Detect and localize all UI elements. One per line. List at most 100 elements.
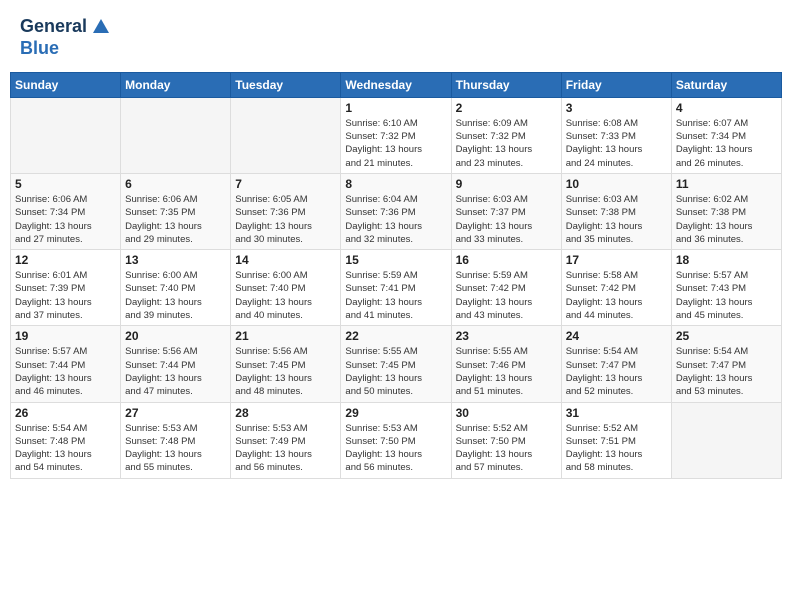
day-info: Sunrise: 5:58 AMSunset: 7:42 PMDaylight:… bbox=[566, 269, 667, 322]
calendar-cell: 24Sunrise: 5:54 AMSunset: 7:47 PMDayligh… bbox=[561, 326, 671, 402]
day-info: Sunrise: 6:06 AMSunset: 7:35 PMDaylight:… bbox=[125, 193, 226, 246]
day-info: Sunrise: 5:53 AMSunset: 7:50 PMDaylight:… bbox=[345, 422, 446, 475]
header-thursday: Thursday bbox=[451, 72, 561, 97]
header-sunday: Sunday bbox=[11, 72, 121, 97]
calendar-cell: 17 Sunrise: 5:58 AMSunset: 7:42 PMDayligh… bbox=[561, 250, 671, 326]
day-number: 18 bbox=[676, 253, 777, 267]
day-info: Sunrise: 5:53 AMSunset: 7:49 PMDaylight:… bbox=[235, 422, 336, 475]
header-tuesday: Tuesday bbox=[231, 72, 341, 97]
day-number: 19 bbox=[15, 329, 116, 343]
page-header: GeneralBlue bbox=[10, 10, 782, 64]
day-info: Sunrise: 6:05 AMSunset: 7:36 PMDaylight:… bbox=[235, 193, 336, 246]
day-info: Sunrise: 6:01 AMSunset: 7:39 PMDaylight:… bbox=[15, 269, 116, 322]
day-number: 2 bbox=[456, 101, 557, 115]
day-info: Sunrise: 5:55 AMSunset: 7:45 PMDaylight:… bbox=[345, 345, 446, 398]
day-number: 26 bbox=[15, 406, 116, 420]
day-number: 16 bbox=[456, 253, 557, 267]
day-number: 5 bbox=[15, 177, 116, 191]
day-info: Sunrise: 5:56 AMSunset: 7:45 PMDaylight:… bbox=[235, 345, 336, 398]
day-info: Sunrise: 6:06 AMSunset: 7:34 PMDaylight:… bbox=[15, 193, 116, 246]
calendar-cell bbox=[671, 402, 781, 478]
day-info: Sunrise: 5:55 AMSunset: 7:46 PMDaylight:… bbox=[456, 345, 557, 398]
calendar-cell: 7Sunrise: 6:05 AMSunset: 7:36 PMDaylight… bbox=[231, 173, 341, 249]
calendar-cell: 4 Sunrise: 6:07 AMSunset: 7:34 PMDaylight… bbox=[671, 97, 781, 173]
day-number: 10 bbox=[566, 177, 667, 191]
calendar-cell: 3 Sunrise: 6:08 AMSunset: 7:33 PMDaylight… bbox=[561, 97, 671, 173]
day-info: Sunrise: 6:00 AMSunset: 7:40 PMDaylight:… bbox=[235, 269, 336, 322]
calendar-cell: 29 Sunrise: 5:53 AMSunset: 7:50 PMDayligh… bbox=[341, 402, 451, 478]
day-info: Sunrise: 5:53 AMSunset: 7:48 PMDaylight:… bbox=[125, 422, 226, 475]
day-number: 17 bbox=[566, 253, 667, 267]
day-number: 27 bbox=[125, 406, 226, 420]
day-number: 28 bbox=[235, 406, 336, 420]
day-number: 11 bbox=[676, 177, 777, 191]
day-number: 12 bbox=[15, 253, 116, 267]
calendar-cell: 30Sunrise: 5:52 AMSunset: 7:50 PMDayligh… bbox=[451, 402, 561, 478]
calendar-cell: 10Sunrise: 6:03 AMSunset: 7:38 PMDayligh… bbox=[561, 173, 671, 249]
calendar-cell bbox=[231, 97, 341, 173]
calendar-cell: 14 Sunrise: 6:00 AMSunset: 7:40 PMDayligh… bbox=[231, 250, 341, 326]
calendar-week-3: 12 Sunrise: 6:01 AMSunset: 7:39 PMDayligh… bbox=[11, 250, 782, 326]
calendar-cell: 20 Sunrise: 5:56 AMSunset: 7:44 PMDayligh… bbox=[121, 326, 231, 402]
calendar-cell: 15 Sunrise: 5:59 AMSunset: 7:41 PMDayligh… bbox=[341, 250, 451, 326]
day-info: Sunrise: 5:52 AMSunset: 7:51 PMDaylight:… bbox=[566, 422, 667, 475]
calendar-cell: 12 Sunrise: 6:01 AMSunset: 7:39 PMDayligh… bbox=[11, 250, 121, 326]
day-number: 24 bbox=[566, 329, 667, 343]
day-number: 4 bbox=[676, 101, 777, 115]
day-info: Sunrise: 6:08 AMSunset: 7:33 PMDaylight:… bbox=[566, 117, 667, 170]
day-info: Sunrise: 6:09 AMSunset: 7:32 PMDaylight:… bbox=[456, 117, 557, 170]
calendar-cell: 9 Sunrise: 6:03 AMSunset: 7:37 PMDaylight… bbox=[451, 173, 561, 249]
calendar-week-2: 5 Sunrise: 6:06 AMSunset: 7:34 PMDaylight… bbox=[11, 173, 782, 249]
day-number: 3 bbox=[566, 101, 667, 115]
calendar-header-row: SundayMondayTuesdayWednesdayThursdayFrid… bbox=[11, 72, 782, 97]
day-info: Sunrise: 6:03 AMSunset: 7:37 PMDaylight:… bbox=[456, 193, 557, 246]
logo: GeneralBlue bbox=[20, 15, 115, 59]
calendar-cell: 28 Sunrise: 5:53 AMSunset: 7:49 PMDayligh… bbox=[231, 402, 341, 478]
calendar-cell: 1 Sunrise: 6:10 AMSunset: 7:32 PMDaylight… bbox=[341, 97, 451, 173]
day-number: 29 bbox=[345, 406, 446, 420]
calendar-cell: 2 Sunrise: 6:09 AMSunset: 7:32 PMDaylight… bbox=[451, 97, 561, 173]
day-info: Sunrise: 5:59 AMSunset: 7:41 PMDaylight:… bbox=[345, 269, 446, 322]
day-info: Sunrise: 6:02 AMSunset: 7:38 PMDaylight:… bbox=[676, 193, 777, 246]
day-number: 20 bbox=[125, 329, 226, 343]
logo-text: GeneralBlue bbox=[20, 15, 115, 59]
day-info: Sunrise: 6:07 AMSunset: 7:34 PMDaylight:… bbox=[676, 117, 777, 170]
calendar-week-4: 19 Sunrise: 5:57 AMSunset: 7:44 PMDayligh… bbox=[11, 326, 782, 402]
day-number: 31 bbox=[566, 406, 667, 420]
day-number: 25 bbox=[676, 329, 777, 343]
day-number: 1 bbox=[345, 101, 446, 115]
header-saturday: Saturday bbox=[671, 72, 781, 97]
calendar-cell bbox=[11, 97, 121, 173]
day-info: Sunrise: 6:00 AMSunset: 7:40 PMDaylight:… bbox=[125, 269, 226, 322]
day-info: Sunrise: 5:52 AMSunset: 7:50 PMDaylight:… bbox=[456, 422, 557, 475]
day-number: 9 bbox=[456, 177, 557, 191]
calendar-cell: 13 Sunrise: 6:00 AMSunset: 7:40 PMDayligh… bbox=[121, 250, 231, 326]
day-number: 15 bbox=[345, 253, 446, 267]
calendar-table: SundayMondayTuesdayWednesdayThursdayFrid… bbox=[10, 72, 782, 479]
calendar-cell: 5 Sunrise: 6:06 AMSunset: 7:34 PMDaylight… bbox=[11, 173, 121, 249]
calendar-cell: 11 Sunrise: 6:02 AMSunset: 7:38 PMDayligh… bbox=[671, 173, 781, 249]
header-wednesday: Wednesday bbox=[341, 72, 451, 97]
day-number: 13 bbox=[125, 253, 226, 267]
day-number: 14 bbox=[235, 253, 336, 267]
calendar-cell: 27 Sunrise: 5:53 AMSunset: 7:48 PMDayligh… bbox=[121, 402, 231, 478]
day-info: Sunrise: 5:56 AMSunset: 7:44 PMDaylight:… bbox=[125, 345, 226, 398]
calendar-cell: 31 Sunrise: 5:52 AMSunset: 7:51 PMDayligh… bbox=[561, 402, 671, 478]
day-info: Sunrise: 5:57 AMSunset: 7:44 PMDaylight:… bbox=[15, 345, 116, 398]
calendar-cell: 18Sunrise: 5:57 AMSunset: 7:43 PMDayligh… bbox=[671, 250, 781, 326]
day-info: Sunrise: 5:54 AMSunset: 7:47 PMDaylight:… bbox=[676, 345, 777, 398]
calendar-cell: 16Sunrise: 5:59 AMSunset: 7:42 PMDayligh… bbox=[451, 250, 561, 326]
day-number: 23 bbox=[456, 329, 557, 343]
calendar-cell: 23 Sunrise: 5:55 AMSunset: 7:46 PMDayligh… bbox=[451, 326, 561, 402]
calendar-cell bbox=[121, 97, 231, 173]
calendar-cell: 26Sunrise: 5:54 AMSunset: 7:48 PMDayligh… bbox=[11, 402, 121, 478]
day-info: Sunrise: 6:10 AMSunset: 7:32 PMDaylight:… bbox=[345, 117, 446, 170]
day-number: 8 bbox=[345, 177, 446, 191]
day-info: Sunrise: 6:04 AMSunset: 7:36 PMDaylight:… bbox=[345, 193, 446, 246]
calendar-cell: 22Sunrise: 5:55 AMSunset: 7:45 PMDayligh… bbox=[341, 326, 451, 402]
header-friday: Friday bbox=[561, 72, 671, 97]
day-number: 21 bbox=[235, 329, 336, 343]
calendar-cell: 19 Sunrise: 5:57 AMSunset: 7:44 PMDayligh… bbox=[11, 326, 121, 402]
calendar-cell: 25 Sunrise: 5:54 AMSunset: 7:47 PMDayligh… bbox=[671, 326, 781, 402]
calendar-week-5: 26Sunrise: 5:54 AMSunset: 7:48 PMDayligh… bbox=[11, 402, 782, 478]
